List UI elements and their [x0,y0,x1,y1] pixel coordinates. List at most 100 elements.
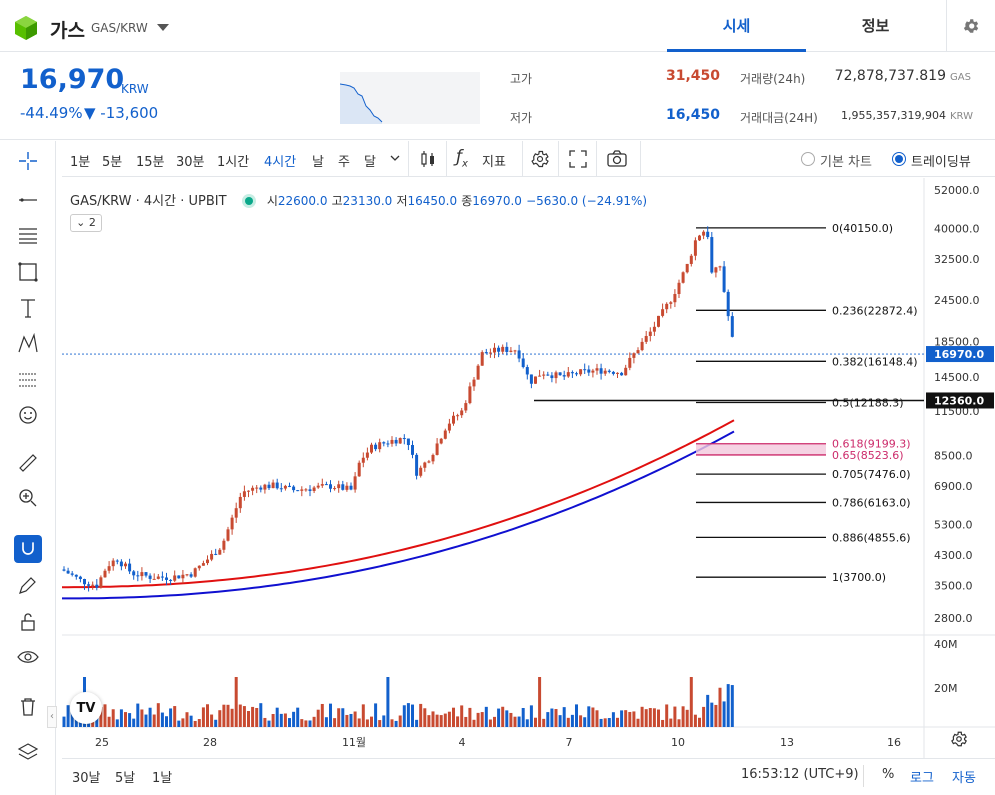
gear-icon[interactable] [530,149,550,169]
zoom-tool[interactable] [10,484,46,512]
candle-body [595,368,599,371]
prediction-tool[interactable] [10,366,46,394]
fib-level-label: 1(3700.0) [832,571,886,584]
fib-tool[interactable] [10,221,46,249]
fib-level-label: 0.886(4855.6) [832,531,911,544]
coin-pair[interactable]: GAS/KRW [91,21,148,35]
volume-unit: GAS [950,72,971,83]
legend-collapse-button[interactable]: ⌄ 2 [70,214,102,232]
layers-tool[interactable] [10,739,46,767]
trendline-tool[interactable] [10,186,46,214]
timeframe-15m[interactable]: 15분 [136,151,165,170]
volume-bar [185,712,189,727]
tradingview-label[interactable]: 트레이딩뷰 [911,151,971,170]
volume-bar [398,715,402,727]
candle-body [226,529,230,541]
shape-tool[interactable] [10,258,46,286]
pattern-tool[interactable] [10,330,46,358]
timeframe-1h[interactable]: 1시간 [217,151,249,170]
high-label: 고가 [510,72,533,86]
range-1d[interactable]: 1날 [152,767,172,786]
auto-toggle[interactable]: 자동 [952,767,976,786]
timeframe-day[interactable]: 날 [312,151,324,170]
coin-name[interactable]: 가스 [50,16,85,43]
timeframe-5m[interactable]: 5분 [102,151,122,170]
emoji-tool[interactable] [10,401,46,429]
candle-body [550,375,554,379]
range-5d[interactable]: 5날 [115,767,135,786]
fx-icon[interactable]: ƒx [456,147,468,169]
candle-body [702,231,706,236]
price-tick-label: 2800.0 [934,612,973,625]
candle-body [181,574,185,579]
volume-bar [218,710,222,727]
candle-body [587,369,591,373]
volume-bar [427,715,431,727]
lock-tool[interactable] [10,608,46,636]
candle-body [632,353,636,358]
volume-bar [333,718,337,727]
camera-icon[interactable] [606,149,628,169]
range-30d[interactable]: 30날 [72,767,101,786]
crosshair-tool[interactable] [10,147,46,175]
candle-body [616,372,619,374]
candle-body [513,350,517,352]
volume-bar [468,707,472,727]
mini-price-chart [340,72,480,124]
candle-body [644,335,648,342]
chevron-down-icon[interactable] [157,24,169,31]
candle-body [66,570,70,574]
toolbar-divider [596,141,597,177]
volume-bar [730,685,734,727]
indicator-button[interactable]: 지표 [482,151,506,170]
volume-bar [148,707,152,727]
volume-bar [378,720,382,727]
tab-info[interactable]: 정보 [806,0,945,52]
timeframe-4h[interactable]: 4시간 [264,151,296,170]
crosshair-price-label: 12360.0 [934,394,984,407]
volume-bar [513,716,517,727]
tradingview-radio[interactable] [892,152,906,166]
chevron-down-icon[interactable] [390,155,400,163]
timeframe-week[interactable]: 주 [338,151,350,170]
text-tool[interactable] [10,294,46,322]
chevron-left-icon[interactable]: ‹ [47,706,57,728]
candle-body [292,486,296,491]
settings-button[interactable] [946,0,995,52]
fullscreen-icon[interactable] [568,149,588,169]
candle-body [267,484,271,489]
price-chart[interactable]: 0(40150.0) 0.236(22872.4) 0.382(16148.4) 0.… [62,178,995,758]
candle-body [456,415,460,417]
delete-tool[interactable] [10,693,46,721]
timeframe-30m[interactable]: 30분 [176,151,205,170]
candle-body [144,572,148,576]
change-value: −5630.0 (−24.91%) [526,194,648,208]
candle-body [329,484,332,489]
draw-lock-tool[interactable] [10,571,46,599]
measure-tool[interactable] [10,449,46,477]
candle-body [91,584,95,586]
volume-bar [144,714,148,727]
volume-bar [341,708,345,727]
volume-bar [345,714,349,727]
candle-body [718,266,722,268]
timeframe-1m[interactable]: 1분 [70,151,90,170]
candle-body [603,370,607,374]
visibility-tool[interactable] [10,643,46,671]
time-tick-label: 28 [203,736,217,749]
axis-settings-button[interactable] [950,730,968,752]
tab-price[interactable]: 시세 [667,0,806,52]
candle-type-icon[interactable] [418,149,438,169]
candle-body [689,255,693,264]
volume-bar [435,714,439,727]
basic-chart-radio[interactable] [801,152,815,166]
candle-body [222,540,226,550]
candle-body [156,576,160,579]
basic-chart-label[interactable]: 기본 차트 [820,151,872,170]
candle-body [722,266,726,292]
candle-body [136,575,140,577]
percent-toggle[interactable]: % [882,767,894,782]
log-toggle[interactable]: 로그 [910,767,934,786]
magnet-tool[interactable] [14,535,42,563]
timeframe-month[interactable]: 달 [364,151,376,170]
